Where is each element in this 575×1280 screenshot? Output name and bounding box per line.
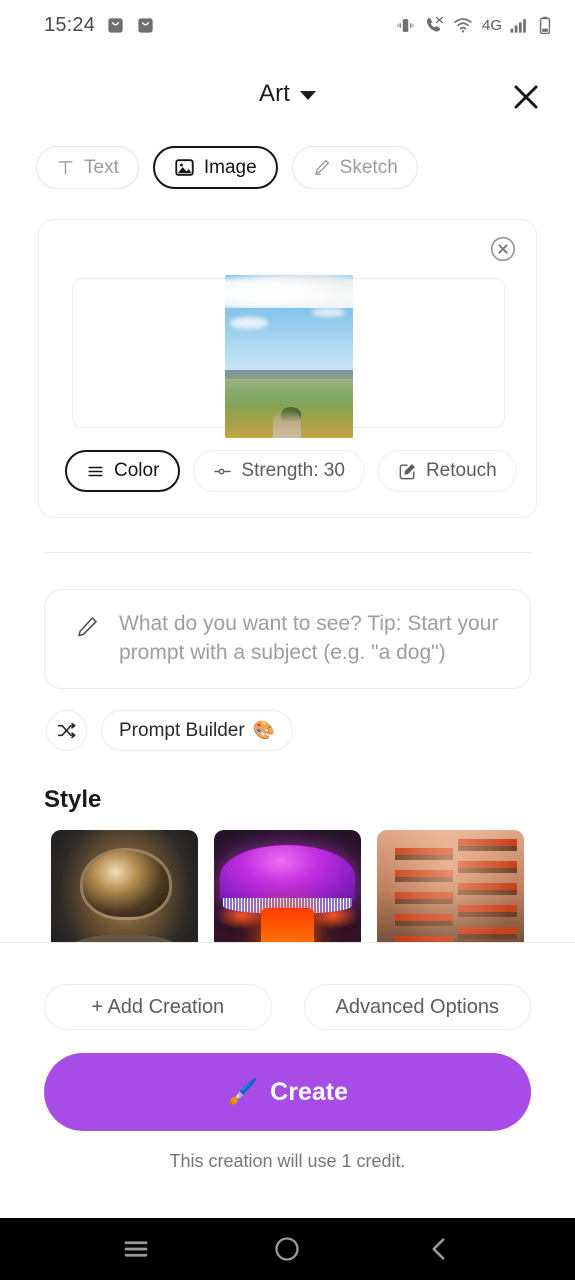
wifi-icon	[454, 18, 472, 33]
tab-image-label: Image	[203, 156, 257, 178]
image-icon	[175, 159, 194, 176]
prompt-builder-button[interactable]: Prompt Builder 🎨	[101, 710, 294, 751]
chevron-down-icon	[299, 91, 316, 100]
style-card-pagoda[interactable]	[377, 830, 524, 942]
download-icon	[108, 17, 123, 33]
download-icon	[138, 17, 153, 33]
tab-sketch-label: Sketch	[339, 156, 398, 178]
style-carousel[interactable]	[51, 830, 575, 942]
section-divider	[44, 552, 531, 553]
back-button[interactable]	[412, 1226, 466, 1272]
signal-bars-icon	[510, 18, 526, 33]
app-root: 15:24 4G Art Text Image Sketch Color Str…	[0, 0, 575, 1280]
color-chip[interactable]: Color	[65, 450, 181, 492]
lines-icon	[88, 466, 103, 476]
paintbrush-icon: 🖌️	[227, 1077, 259, 1106]
tab-text[interactable]: Text	[36, 146, 139, 189]
prompt-builder-row: Prompt Builder 🎨	[46, 710, 294, 751]
secondary-actions: + Add Creation Advanced Options	[44, 984, 531, 1030]
status-bar-right: 4G	[396, 15, 553, 35]
shuffle-button[interactable]	[46, 710, 87, 751]
circle-icon	[275, 1237, 300, 1261]
image-input-card: Color Strength: 30 Retouch	[38, 219, 537, 518]
prompt-input[interactable]: What do you want to see? Tip: Start your…	[44, 589, 531, 689]
edit-square-icon	[399, 463, 415, 479]
chevron-left-icon	[432, 1238, 445, 1260]
tab-sketch[interactable]: Sketch	[291, 146, 418, 189]
create-button-label: Create	[270, 1077, 348, 1106]
call-mute-icon	[426, 16, 444, 32]
network-type-label: 4G	[481, 16, 502, 34]
tab-image[interactable]: Image	[152, 146, 278, 189]
page-title: Art	[259, 80, 290, 107]
slider-icon	[214, 468, 232, 474]
strength-chip[interactable]: Strength: 30	[193, 450, 365, 492]
add-creation-button[interactable]: + Add Creation	[44, 984, 272, 1030]
credit-note: This creation will use 1 credit.	[169, 1151, 406, 1171]
home-button[interactable]	[260, 1226, 314, 1272]
shuffle-icon	[57, 722, 76, 739]
source-image-thumbnail[interactable]	[224, 275, 353, 438]
mode-selector[interactable]: Art	[0, 80, 575, 108]
status-time: 15:24	[44, 13, 96, 36]
prompt-placeholder: What do you want to see? Tip: Start your…	[119, 612, 499, 664]
style-section-title: Style	[44, 786, 102, 813]
header: Art	[0, 50, 575, 138]
menu-icon	[124, 1241, 148, 1257]
strength-chip-label: Strength: 30	[241, 460, 345, 481]
recents-button[interactable]	[109, 1226, 163, 1272]
style-card-astronaut[interactable]	[51, 830, 198, 942]
input-mode-tabs: Text Image Sketch	[36, 146, 418, 189]
retouch-chip[interactable]: Retouch	[377, 450, 517, 492]
pencil-icon	[78, 617, 97, 637]
image-option-chips: Color Strength: 30 Retouch	[65, 450, 517, 492]
text-icon	[58, 161, 73, 175]
advanced-options-button[interactable]: Advanced Options	[303, 984, 531, 1030]
create-button[interactable]: 🖌️ Create	[44, 1053, 531, 1131]
battery-icon	[539, 16, 551, 34]
circle-close-icon[interactable]	[490, 236, 516, 262]
pencil-sketch-icon	[314, 159, 329, 175]
android-nav-bar	[0, 1218, 575, 1280]
image-preview-frame[interactable]	[72, 275, 505, 438]
color-chip-label: Color	[114, 460, 160, 481]
retouch-chip-label: Retouch	[425, 460, 497, 481]
prompt-builder-label: Prompt Builder	[119, 719, 245, 741]
status-bar-left: 15:24	[44, 14, 155, 37]
status-bar: 15:24 4G	[0, 0, 575, 50]
style-card-mushroom[interactable]	[214, 830, 361, 942]
close-icon[interactable]	[511, 82, 541, 112]
vibrate-icon	[397, 18, 414, 32]
palette-icon: 🎨	[252, 720, 276, 740]
tab-text-label: Text	[84, 156, 119, 178]
bottom-action-bar: + Add Creation Advanced Options 🖌️ Creat…	[0, 943, 575, 1218]
